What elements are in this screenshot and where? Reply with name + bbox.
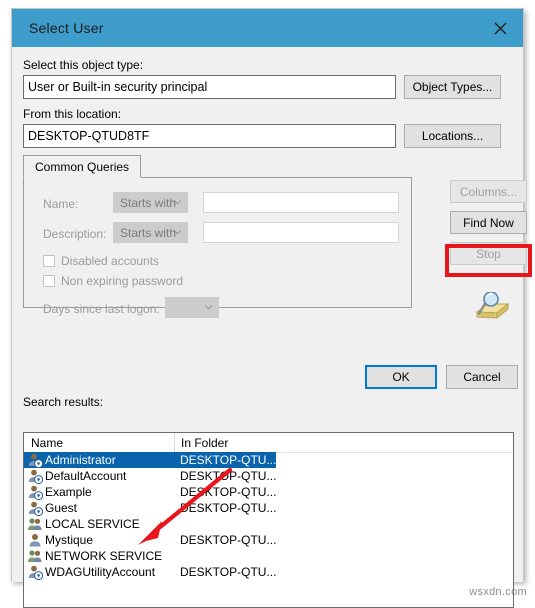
disabled-accounts-label: Disabled accounts	[61, 254, 160, 268]
location-label: From this location:	[23, 107, 122, 121]
object-types-button[interactable]: Object Types...	[404, 75, 501, 99]
find-now-button[interactable]: Find Now	[450, 211, 527, 234]
checkbox-box	[43, 255, 55, 267]
list-column-header: Name In Folder	[24, 433, 513, 453]
search-results-label: Search results:	[23, 395, 104, 409]
table-row[interactable]: WDAGUtilityAccount DESKTOP-QTU...	[24, 564, 513, 581]
row-name: Guest	[45, 501, 78, 515]
dialog-body: Select this object type: User or Built-i…	[12, 47, 532, 608]
chevron-down-icon	[174, 229, 181, 234]
location-field[interactable]: DESKTOP-QTUD8TF	[23, 124, 396, 148]
table-row[interactable]: Mystique DESKTOP-QTU...	[24, 532, 513, 548]
description-value-input	[203, 222, 399, 243]
row-in-folder: DESKTOP-QTU...	[180, 485, 277, 499]
user-builtin-icon	[27, 452, 44, 469]
row-in-folder: DESKTOP-QTU...	[180, 565, 277, 579]
disabled-accounts-checkbox: Disabled accounts	[43, 254, 159, 268]
row-in-folder: DESKTOP-QTU...	[180, 453, 277, 467]
user-icon	[27, 532, 43, 548]
table-row[interactable]: Example DESKTOP-QTU...	[24, 484, 513, 501]
table-row[interactable]: Guest DESKTOP-QTU...	[24, 500, 513, 517]
checkbox-box	[43, 275, 55, 287]
row-name: NETWORK SERVICE	[45, 549, 163, 563]
row-in-folder: DESKTOP-QTU...	[180, 533, 277, 547]
group-icon	[27, 548, 43, 564]
name-operator-value: Starts with	[120, 195, 177, 210]
chevron-down-icon	[174, 199, 181, 204]
user-builtin-icon	[27, 468, 44, 485]
name-label: Name:	[43, 197, 79, 211]
title-bar: Select User	[12, 9, 523, 47]
table-row[interactable]: DefaultAccount DESKTOP-QTU...	[24, 468, 513, 485]
common-queries-panel: Name: Starts with Description: Starts wi…	[23, 177, 412, 318]
tab-common-queries[interactable]: Common Queries	[23, 155, 142, 178]
row-name: DefaultAccount	[45, 469, 127, 483]
non-expiring-password-label: Non expiring password	[61, 274, 184, 288]
name-value-input	[203, 192, 399, 213]
row-name: WDAGUtilityAccount	[45, 565, 156, 579]
stop-button: Stop	[450, 242, 527, 265]
row-name: Administrator	[45, 453, 116, 467]
object-type-label: Select this object type:	[23, 58, 144, 72]
table-row[interactable]: NETWORK SERVICE	[24, 548, 513, 564]
row-name: Example	[45, 485, 92, 499]
locations-button[interactable]: Locations...	[404, 124, 501, 148]
cancel-button[interactable]: Cancel	[446, 365, 518, 389]
description-operator-select: Starts with	[113, 222, 188, 243]
non-expiring-password-checkbox: Non expiring password	[43, 274, 183, 288]
user-builtin-icon	[27, 564, 44, 581]
column-divider[interactable]	[174, 433, 175, 452]
column-header-name[interactable]: Name	[31, 436, 63, 450]
description-operator-value: Starts with	[120, 225, 177, 240]
window-title: Select User	[29, 20, 104, 36]
table-row[interactable]: Administrator DESKTOP-QTU...	[24, 452, 277, 469]
description-label: Description:	[43, 227, 107, 241]
result-rows: Administrator DESKTOP-QTU... DefaultAccoun…	[24, 452, 513, 581]
close-icon[interactable]	[477, 9, 523, 47]
days-since-logon-label: Days since last logon:	[43, 302, 160, 316]
ok-button[interactable]: OK	[365, 365, 437, 389]
watermark: wsxdn.com	[469, 586, 527, 598]
chevron-down-icon	[205, 304, 212, 309]
magnifier-folder-icon	[471, 291, 511, 326]
tab-strip: Common Queries	[23, 155, 412, 178]
select-user-dialog: Select User Select this object type: Use…	[11, 8, 532, 608]
columns-button: Columns...	[450, 180, 527, 203]
table-row[interactable]: LOCAL SERVICE	[24, 516, 513, 532]
days-since-logon-select	[165, 297, 219, 318]
group-icon	[27, 516, 43, 532]
user-builtin-icon	[27, 484, 44, 501]
search-results-list[interactable]: Name In Folder Administrator DESKTOP-QTU.…	[23, 432, 514, 608]
name-operator-select: Starts with	[113, 192, 188, 213]
row-in-folder: DESKTOP-QTU...	[180, 501, 277, 515]
row-name: LOCAL SERVICE	[45, 517, 140, 531]
object-type-field[interactable]: User or Built-in security principal	[23, 75, 396, 99]
user-builtin-icon	[27, 500, 44, 517]
column-header-in-folder[interactable]: In Folder	[181, 436, 228, 450]
row-in-folder: DESKTOP-QTU...	[180, 469, 277, 483]
row-name: Mystique	[45, 533, 94, 547]
